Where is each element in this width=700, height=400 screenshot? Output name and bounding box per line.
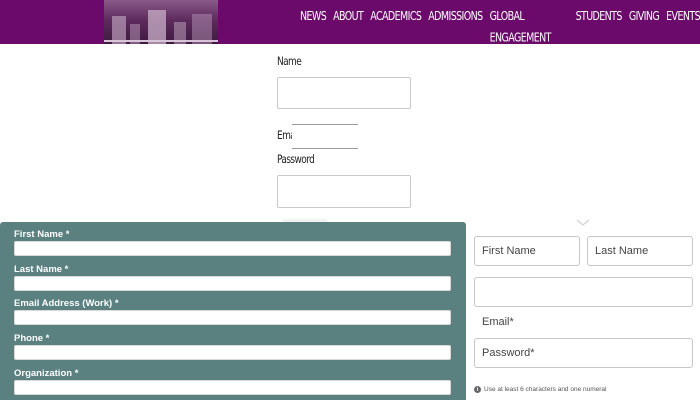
nav-academics[interactable]: ACADEMICS [370,6,422,49]
work-email-label: Email Address (Work) * [14,298,119,309]
password-input[interactable] [277,175,411,208]
phone-label: Phone * [14,333,50,344]
work-email-input[interactable] [14,310,451,325]
email-field[interactable] [474,277,693,307]
nav-events[interactable]: EVENTS [666,6,700,49]
last-name-placeholder: Last Name [595,245,649,257]
email-input[interactable] [292,124,358,149]
main-nav: NEWS ABOUT ACADEMICS ADMISSIONS GLOBAL E… [300,9,700,45]
nav-global-engagement[interactable]: GLOBAL ENGAGEMENT [490,6,569,49]
nav-admissions[interactable]: ADMISSIONS [428,6,483,49]
first-name-placeholder: First Name [482,245,536,257]
nav-giving[interactable]: GIVING [629,6,660,49]
name-input[interactable] [277,77,411,109]
nav-students[interactable]: STUDENTS [576,6,623,49]
email-field-label: Email* [482,316,514,328]
nav-news[interactable]: NEWS [300,6,327,49]
password-label: Password [277,154,315,167]
first-name-input[interactable] [14,241,451,256]
nav-about[interactable]: ABOUT [333,6,364,49]
last-name-label: Last Name * [14,264,69,275]
first-name-label: First Name * [14,229,70,240]
phone-input[interactable] [14,345,451,360]
password-hint: i Use at least 6 characters and one nume… [474,386,606,393]
info-icon: i [474,386,481,393]
header-banner-image [104,0,218,44]
chevron-down-icon [576,219,590,226]
first-name-field[interactable]: First Name [474,236,580,266]
password-placeholder: Password* [482,347,535,359]
organization-label: Organization * [14,368,79,379]
name-label: Name [277,56,302,69]
password-field[interactable]: Password* [474,338,693,368]
top-header-bar: NEWS ABOUT ACADEMICS ADMISSIONS GLOBAL E… [0,0,700,46]
organization-input[interactable] [14,380,451,395]
contact-form-panel: First Name * Last Name * Email Address (… [0,222,466,400]
last-name-field[interactable]: Last Name [587,236,693,266]
password-hint-text: Use at least 6 characters and one numera… [484,386,607,393]
last-name-input[interactable] [14,276,451,291]
